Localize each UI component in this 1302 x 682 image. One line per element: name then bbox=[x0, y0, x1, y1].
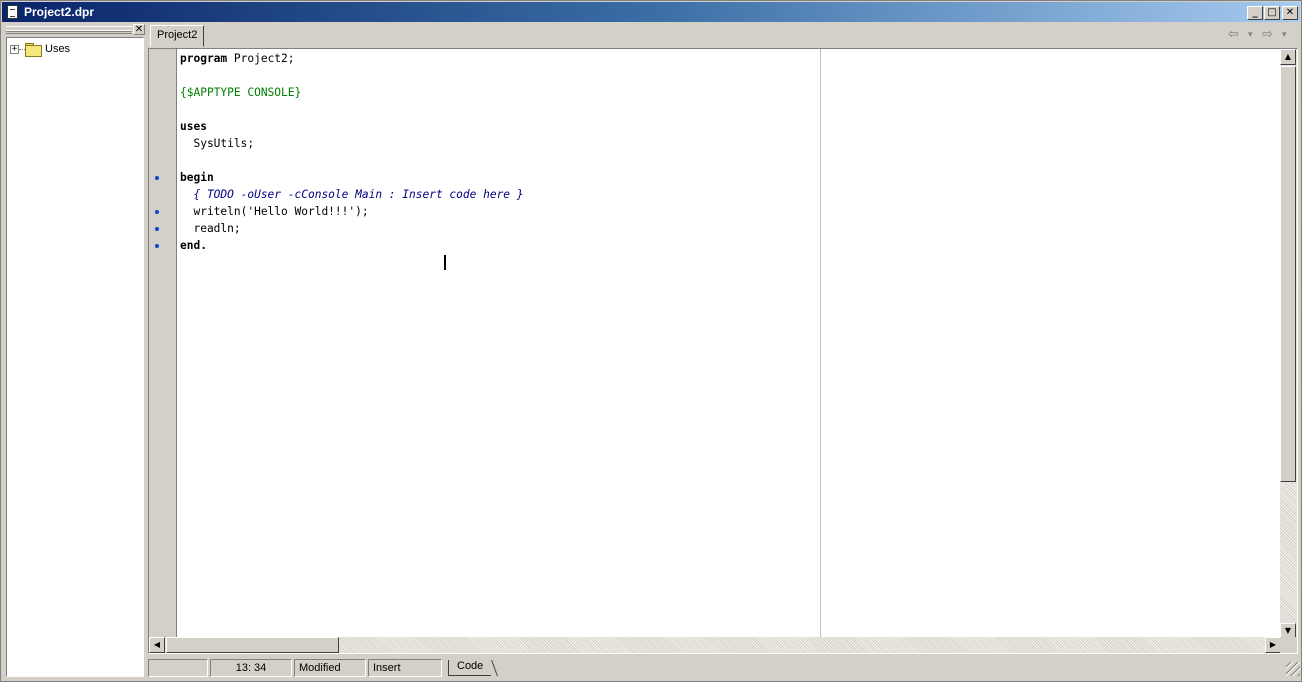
code-keyword: end. bbox=[180, 239, 207, 252]
code-text: writeln('Hello World!!!'); bbox=[180, 205, 369, 218]
code-editor-frame: Project2 ⇦ ▾ ⇨ ▾ program Project2; {$APPT… bbox=[148, 23, 1300, 679]
window-title: Project2.dpr bbox=[24, 5, 95, 19]
code-keyword: begin bbox=[180, 171, 214, 184]
scroll-left-button[interactable]: ◀ bbox=[149, 637, 165, 653]
project-explorer-panel: ✕ + Uses bbox=[4, 23, 146, 679]
breakpoint-dot-icon[interactable] bbox=[155, 210, 159, 214]
tab-code-view[interactable]: Code bbox=[448, 660, 492, 676]
folder-icon bbox=[25, 43, 42, 57]
tree-node-uses[interactable]: + Uses bbox=[10, 41, 70, 57]
tab-project2[interactable]: Project2 bbox=[150, 25, 205, 47]
code-text: readln; bbox=[180, 222, 241, 235]
code-directive: {$APPTYPE CONSOLE} bbox=[180, 86, 302, 99]
status-bar: 13: 34 Modified Insert Code bbox=[148, 658, 1300, 678]
title-bar[interactable]: Project2.dpr _ □ ✕ bbox=[2, 2, 1300, 22]
code-line[interactable]: program Project2; bbox=[180, 50, 295, 67]
panel-grip[interactable] bbox=[6, 26, 132, 34]
editor-tabstrip: Project2 ⇦ ▾ ⇨ ▾ bbox=[148, 23, 1300, 47]
horizontal-scrollbar[interactable]: ◀ ▶ bbox=[149, 637, 1281, 653]
modified-indicator: Modified bbox=[294, 659, 366, 677]
project-tree[interactable]: + Uses bbox=[6, 37, 144, 677]
breakpoint-dot-icon[interactable] bbox=[155, 244, 159, 248]
code-keyword: uses bbox=[180, 120, 207, 133]
ide-window: Project2.dpr _ □ ✕ ✕ + Uses Project2 ⇦ ▾… bbox=[0, 0, 1302, 682]
forward-dropdown-icon[interactable]: ▾ bbox=[1282, 30, 1287, 40]
editor-gutter[interactable] bbox=[149, 49, 177, 639]
vertical-scroll-thumb[interactable] bbox=[1280, 66, 1296, 482]
breakpoint-dot-icon[interactable] bbox=[155, 227, 159, 231]
tree-node-label[interactable]: Uses bbox=[45, 43, 70, 55]
code-line[interactable]: {$APPTYPE CONSOLE} bbox=[180, 84, 301, 101]
panel-close-button[interactable]: ✕ bbox=[133, 24, 145, 35]
code-line[interactable]: { TODO -oUser -cConsole Main : Insert co… bbox=[180, 186, 524, 203]
scroll-up-button[interactable]: ▲ bbox=[1280, 49, 1296, 65]
forward-arrow-icon[interactable]: ⇨ bbox=[1262, 27, 1273, 42]
code-line[interactable]: readln; bbox=[180, 220, 241, 237]
code-line[interactable]: end. bbox=[180, 237, 207, 254]
code-keyword: program bbox=[180, 52, 228, 65]
insert-mode-indicator: Insert bbox=[368, 659, 442, 677]
breakpoint-dot-icon[interactable] bbox=[155, 176, 159, 180]
scrollbar-corner bbox=[1280, 637, 1297, 653]
back-dropdown-icon[interactable]: ▾ bbox=[1248, 30, 1253, 40]
code-text: SysUtils; bbox=[180, 137, 255, 150]
code-text: Project2; bbox=[227, 52, 295, 65]
close-button[interactable]: ✕ bbox=[1282, 6, 1298, 20]
code-comment: { TODO -oUser -cConsole Main : Insert co… bbox=[180, 188, 524, 201]
resize-grip[interactable] bbox=[1286, 662, 1300, 676]
status-cell-empty bbox=[148, 659, 208, 677]
code-line[interactable]: SysUtils; bbox=[180, 135, 254, 152]
document-icon bbox=[7, 5, 18, 19]
right-margin-line bbox=[820, 49, 821, 639]
cursor-position: 13: 34 bbox=[210, 659, 292, 677]
horizontal-scroll-thumb[interactable] bbox=[166, 637, 339, 653]
code-editor[interactable]: program Project2; {$APPTYPE CONSOLE} uses … bbox=[148, 48, 1298, 654]
code-line[interactable]: writeln('Hello World!!!'); bbox=[180, 203, 369, 220]
maximize-button[interactable]: □ bbox=[1264, 6, 1280, 20]
code-line[interactable]: begin bbox=[180, 169, 214, 186]
vertical-scrollbar[interactable]: ▲ ▼ bbox=[1280, 49, 1297, 639]
navigation-buttons: ⇦ ▾ ⇨ ▾ bbox=[1228, 27, 1292, 45]
code-line[interactable]: uses bbox=[180, 118, 207, 135]
expand-icon[interactable]: + bbox=[10, 44, 19, 54]
minimize-button[interactable]: _ bbox=[1247, 6, 1263, 20]
text-caret bbox=[444, 255, 446, 270]
back-arrow-icon[interactable]: ⇦ bbox=[1228, 27, 1239, 42]
scroll-right-button[interactable]: ▶ bbox=[1265, 637, 1281, 653]
